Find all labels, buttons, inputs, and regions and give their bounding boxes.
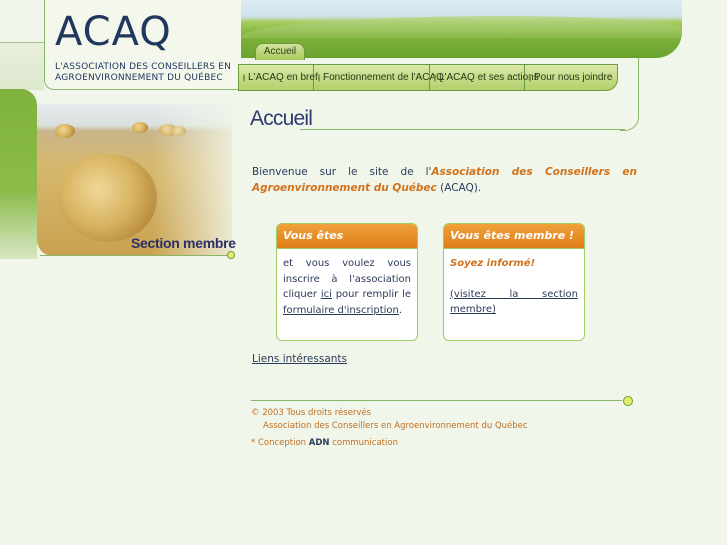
logo[interactable]: ACAQ — [55, 12, 172, 52]
nav-item-pour-nous-joindre[interactable]: Pour nous joindre — [525, 65, 613, 90]
section-membre-link[interactable]: Section membre — [131, 235, 236, 251]
frame-line — [300, 129, 625, 130]
divider — [40, 255, 230, 256]
box-conseillers-title: Vous êtes conseillers... — [277, 224, 417, 266]
logo-subtitle-line2: AGROENVIRONNEMENT DU QUÉBEC — [55, 73, 223, 83]
bullet-dot-icon — [227, 251, 235, 259]
nav-item-label: Pour nous joindre — [534, 72, 613, 83]
visitez-section-membre-link[interactable]: (visitez la section membre) — [450, 289, 578, 316]
nav-item-label: L'ACAQ et ses actions — [439, 72, 539, 83]
bullet-dot-icon — [434, 73, 436, 82]
conception-prefix: * Conception — [251, 438, 309, 448]
bullet-dot-icon — [529, 73, 531, 82]
conception-suffix: communication — [329, 438, 398, 448]
footer-org: Association des Conseillers en Agroenvir… — [263, 421, 528, 431]
box-membre-body: Soyez informé! (visitez la section membr… — [444, 249, 584, 318]
nav-item-fonctionnement[interactable]: Fonctionnement de l'ACAQ — [314, 65, 444, 90]
footer-conception: * Conception ADN communication — [251, 438, 398, 448]
nav-item-label: Fonctionnement de l'ACAQ — [323, 72, 444, 83]
header-landscape-image — [240, 0, 682, 58]
left-green-band — [0, 89, 37, 259]
footer-copyright: © 2003 Tous droits réservés — [251, 408, 372, 418]
bullet-dot-icon — [243, 73, 245, 82]
logo-subtitle-line1: L'ASSOCIATION DES CONSEILLERS EN — [55, 62, 232, 72]
intro-before: Bienvenue sur le site de l' — [252, 166, 432, 178]
nav-item-acaq-en-bref[interactable]: L'ACAQ en bref — [239, 65, 318, 90]
main-nav: L'ACAQ en bref Fonctionnement de l'ACAQ … — [238, 64, 618, 91]
footer-divider — [251, 400, 622, 401]
box-text: . — [398, 304, 403, 316]
box-membre: Vous êtes membre ! Soyez informé! (visit… — [443, 223, 585, 341]
tab-accueil[interactable]: Accueil — [255, 43, 305, 60]
box-membre-title: Vous êtes membre ! — [444, 224, 584, 249]
bullet-dot-icon — [318, 73, 320, 82]
nav-item-actions[interactable]: L'ACAQ et ses actions — [430, 65, 539, 90]
bullet-dot-icon — [623, 396, 633, 406]
nav-item-label: L'ACAQ en bref — [248, 72, 318, 83]
box-conseillers: Vous êtes conseillers... et vous voulez … — [276, 223, 418, 341]
page-title: Accueil — [250, 107, 313, 130]
formulaire-inscription-link[interactable]: formulaire d'inscription — [283, 305, 399, 316]
box-text: pour remplir le — [331, 289, 411, 300]
liens-interessants-link[interactable]: Liens intéressants — [252, 353, 347, 365]
hay-bale-photo — [37, 104, 232, 256]
box-conseillers-body: et vous voulez vous inscrire à l'associa… — [277, 249, 417, 318]
intro-text: Bienvenue sur le site de l'Association d… — [252, 164, 637, 196]
soyez-informe: Soyez informé! — [450, 258, 536, 269]
frame-line — [620, 58, 639, 131]
header-band-left — [0, 42, 44, 90]
ici-link[interactable]: ici — [321, 289, 332, 300]
adn-link[interactable]: ADN — [309, 438, 330, 448]
intro-after: (ACAQ). — [436, 182, 482, 194]
